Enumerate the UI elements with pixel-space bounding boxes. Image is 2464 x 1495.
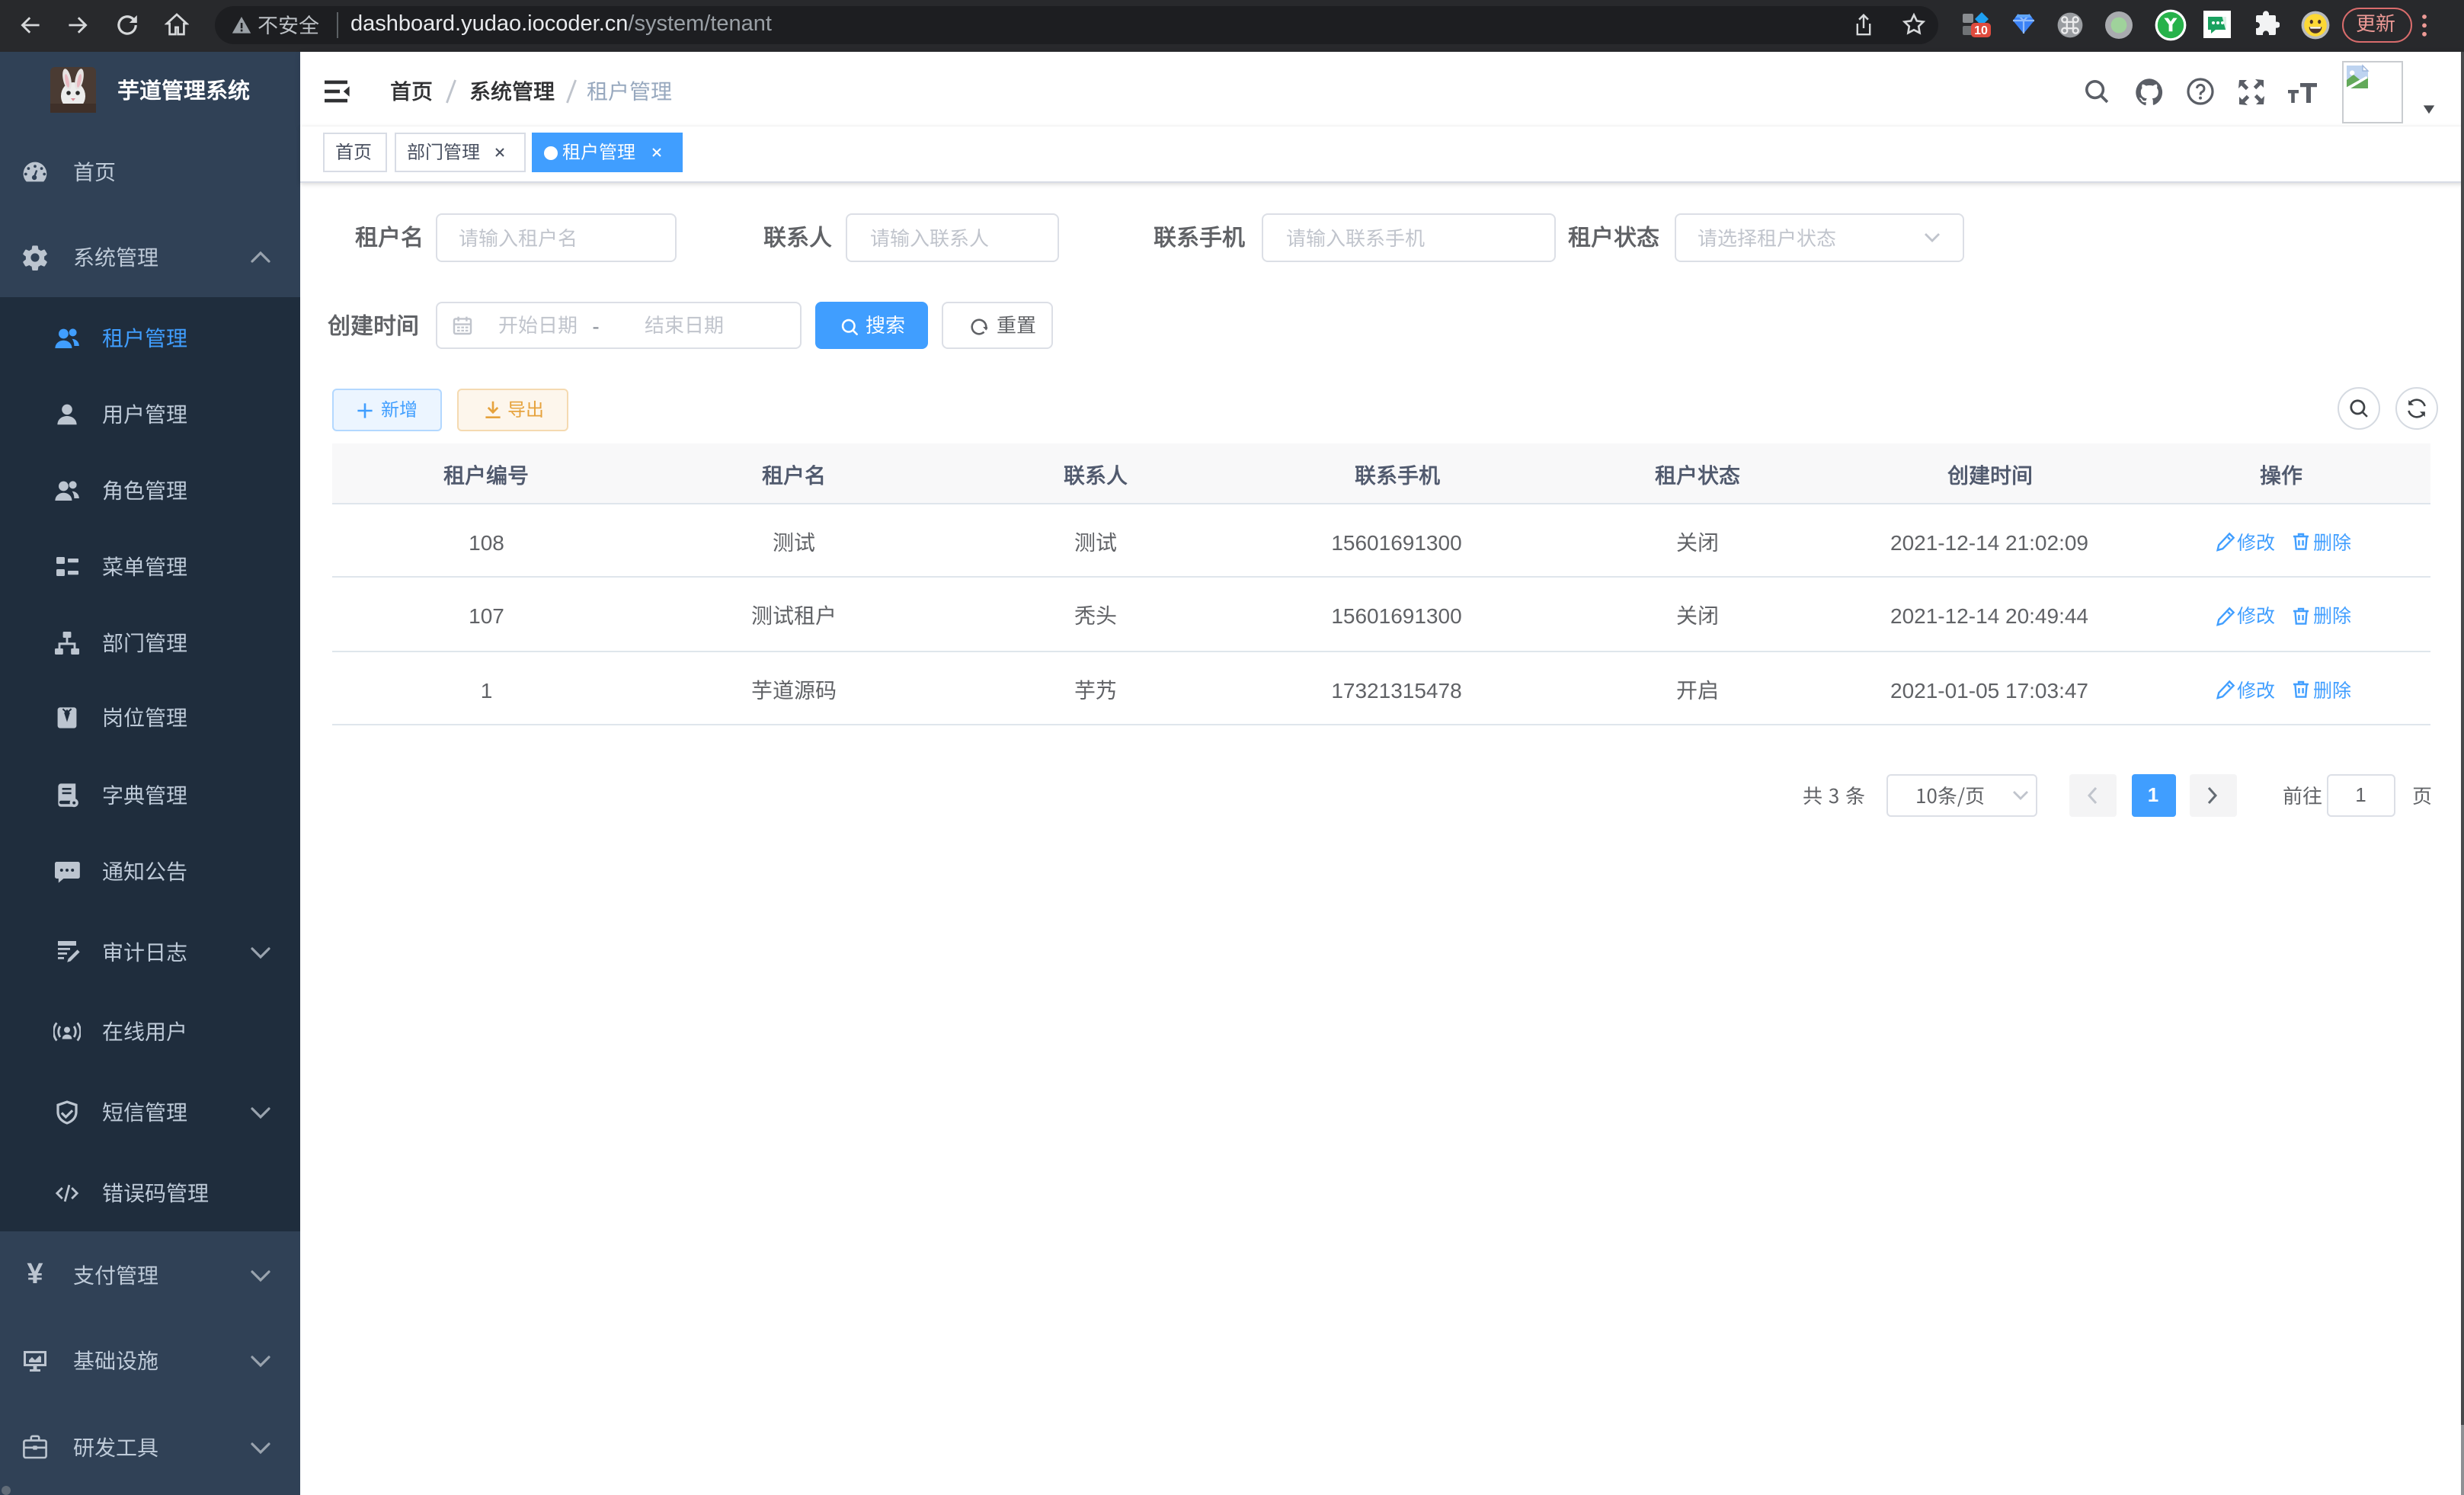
svg-text:10: 10	[1974, 24, 1988, 37]
